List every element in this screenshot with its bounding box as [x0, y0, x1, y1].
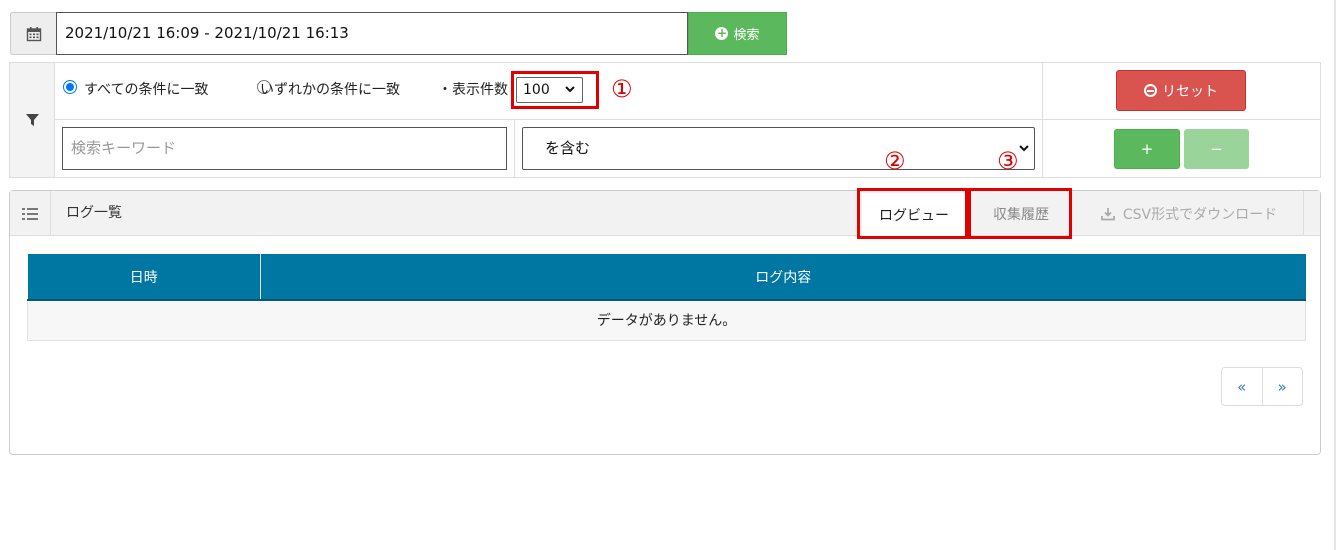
reset-button-label: リセット	[1162, 83, 1218, 100]
add-condition-button[interactable]: +	[1114, 129, 1180, 169]
search-button[interactable]: + 検索	[688, 12, 787, 55]
annotation-1: ①	[611, 75, 633, 103]
log-panel-title: ログ一覧	[66, 205, 122, 221]
match-all-label: すべての条件に一致	[84, 82, 209, 98]
reset-button[interactable]: リセット	[1116, 70, 1246, 111]
annotation-box-2	[857, 188, 968, 239]
minus-circle-icon	[1144, 84, 1157, 97]
annotation-box-3	[968, 188, 1072, 239]
table-header-row: 日時 ログ内容	[27, 254, 1306, 300]
display-count-label: ・表示件数	[438, 82, 508, 98]
column-header-datetime[interactable]: 日時	[27, 254, 261, 300]
annotation-3: ③	[997, 147, 1019, 175]
chevron-down-icon	[1019, 145, 1029, 152]
scrollbar[interactable]	[1334, 0, 1336, 550]
filter-divider	[55, 119, 1321, 120]
list-icon	[10, 191, 51, 236]
pagination: « »	[1221, 367, 1303, 406]
condition-value: を含む	[545, 139, 591, 157]
column-header-log-content[interactable]: ログ内容	[260, 254, 1306, 300]
annotation-2: ②	[884, 147, 906, 175]
filter-icon	[9, 62, 55, 178]
match-all-radio[interactable]	[63, 80, 77, 94]
table-row: データがありません。	[27, 299, 1306, 341]
calendar-icon[interactable]	[10, 12, 56, 55]
annotation-box-1	[511, 71, 599, 109]
keyword-input[interactable]: 検索キーワード	[62, 127, 507, 170]
download-icon	[1100, 207, 1115, 220]
date-range-input[interactable]: 2021/10/21 16:09 - 2021/10/21 16:13	[56, 12, 688, 55]
header-divider	[1303, 191, 1304, 236]
search-button-label: 検索	[733, 28, 760, 43]
csv-download-button[interactable]: CSV形式でダウンロード	[1082, 193, 1296, 234]
log-table: 日時 ログ内容 データがありません。	[27, 254, 1306, 341]
condition-select[interactable]: を含む	[522, 127, 1035, 170]
match-any-label: いずれかの条件に一致	[260, 82, 400, 98]
next-page-button[interactable]: »	[1263, 368, 1303, 405]
remove-condition-button[interactable]: −	[1184, 129, 1249, 169]
csv-download-label: CSV形式でダウンロード	[1122, 206, 1278, 223]
empty-message: データがありません。	[27, 299, 1306, 341]
filter-divider	[514, 120, 515, 178]
plus-circle-icon: +	[715, 26, 729, 40]
filter-divider	[1042, 62, 1043, 178]
prev-page-button[interactable]: «	[1222, 368, 1263, 405]
